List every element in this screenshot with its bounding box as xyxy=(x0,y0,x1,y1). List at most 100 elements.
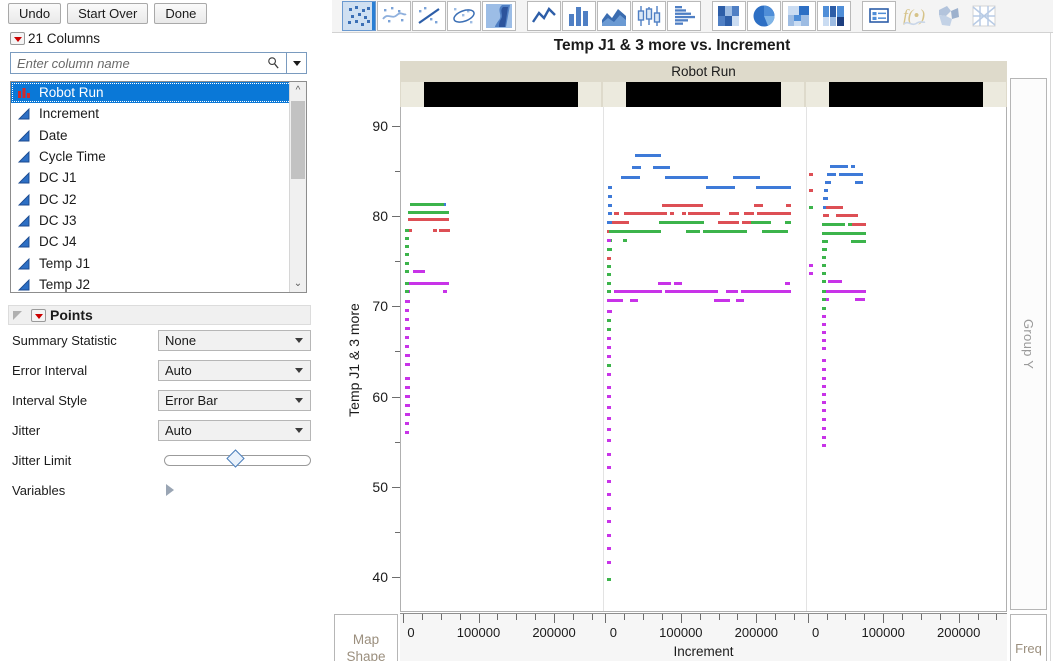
data-mark[interactable] xyxy=(852,223,866,226)
area-chart-icon[interactable] xyxy=(597,1,631,31)
data-mark[interactable] xyxy=(809,173,813,176)
data-mark[interactable] xyxy=(822,315,827,318)
data-mark[interactable] xyxy=(405,336,409,339)
search-input-wrapper[interactable] xyxy=(10,52,287,74)
data-mark[interactable] xyxy=(405,404,410,407)
data-mark[interactable] xyxy=(751,221,771,224)
data-mark[interactable] xyxy=(785,221,792,224)
bar-chart-icon[interactable] xyxy=(562,1,596,31)
data-mark[interactable] xyxy=(822,223,845,226)
data-mark[interactable] xyxy=(665,176,707,179)
data-mark[interactable] xyxy=(405,363,410,366)
freq-dropzone[interactable]: Freq xyxy=(1010,614,1047,661)
data-mark[interactable] xyxy=(405,282,449,285)
undo-button[interactable]: Undo xyxy=(8,3,61,24)
scrollbar-thumb[interactable] xyxy=(291,101,305,179)
data-mark[interactable] xyxy=(736,299,744,302)
data-mark[interactable] xyxy=(682,212,686,215)
data-mark[interactable] xyxy=(405,309,409,312)
data-mark[interactable] xyxy=(822,290,867,293)
data-mark[interactable] xyxy=(607,395,611,398)
data-mark[interactable] xyxy=(624,212,666,215)
data-mark[interactable] xyxy=(607,373,611,376)
data-mark[interactable] xyxy=(686,230,700,233)
column-list-item[interactable]: DC J1 xyxy=(11,167,306,188)
data-mark[interactable] xyxy=(405,386,410,389)
data-mark[interactable] xyxy=(823,197,828,200)
data-mark[interactable] xyxy=(822,436,826,439)
data-mark[interactable] xyxy=(653,166,670,169)
ellipse-icon[interactable] xyxy=(447,1,481,31)
done-button[interactable]: Done xyxy=(154,3,207,24)
column-list-item[interactable]: Temp J1 xyxy=(11,252,306,273)
data-mark[interactable] xyxy=(674,282,682,285)
data-mark[interactable] xyxy=(822,331,826,334)
points-icon[interactable] xyxy=(342,1,376,31)
scroll-up-icon[interactable]: ^ xyxy=(290,82,306,99)
data-mark[interactable] xyxy=(408,211,450,214)
data-mark[interactable] xyxy=(822,377,826,380)
data-mark[interactable] xyxy=(607,273,611,276)
data-mark[interactable] xyxy=(405,237,409,240)
column-list-item[interactable]: Cycle Time xyxy=(11,146,306,167)
data-mark[interactable] xyxy=(823,214,829,217)
data-mark[interactable] xyxy=(439,229,450,232)
data-mark[interactable] xyxy=(822,272,826,275)
data-mark[interactable] xyxy=(822,418,826,421)
data-mark[interactable] xyxy=(405,413,410,416)
points-option-select[interactable]: Error Bar xyxy=(158,390,311,411)
data-mark[interactable] xyxy=(822,307,827,310)
points-option-select[interactable]: Auto xyxy=(158,360,311,381)
data-mark[interactable] xyxy=(822,323,826,326)
data-mark[interactable] xyxy=(608,186,612,189)
points-option-select[interactable]: Auto xyxy=(158,420,311,441)
histogram-icon[interactable] xyxy=(667,1,701,31)
column-list-item[interactable]: Robot Run xyxy=(11,82,306,103)
data-mark[interactable] xyxy=(630,299,638,302)
data-mark[interactable] xyxy=(433,229,437,232)
data-mark[interactable] xyxy=(607,346,611,349)
data-mark[interactable] xyxy=(658,282,672,285)
points-disclosure-icon[interactable] xyxy=(31,309,46,322)
data-mark[interactable] xyxy=(757,212,791,215)
data-mark[interactable] xyxy=(607,428,611,431)
data-mark[interactable] xyxy=(614,290,662,293)
data-mark[interactable] xyxy=(828,280,842,283)
data-mark[interactable] xyxy=(405,300,410,303)
heatmap-icon[interactable] xyxy=(712,1,746,31)
caption-box-icon[interactable] xyxy=(862,1,896,31)
data-mark[interactable] xyxy=(822,232,866,235)
data-mark[interactable] xyxy=(830,165,848,168)
data-mark[interactable] xyxy=(607,299,622,302)
data-mark[interactable] xyxy=(822,359,826,362)
data-mark[interactable] xyxy=(609,230,660,233)
data-mark[interactable] xyxy=(443,290,447,293)
data-mark[interactable] xyxy=(607,310,611,313)
data-mark[interactable] xyxy=(607,265,611,268)
data-mark[interactable] xyxy=(607,328,611,331)
data-mark[interactable] xyxy=(706,186,735,189)
data-mark[interactable] xyxy=(688,212,720,215)
line-of-fit-icon[interactable] xyxy=(412,1,446,31)
data-mark[interactable] xyxy=(822,347,826,350)
data-mark[interactable] xyxy=(809,272,813,275)
data-mark[interactable] xyxy=(839,173,863,176)
data-mark[interactable] xyxy=(822,290,826,293)
data-mark[interactable] xyxy=(822,240,828,243)
columns-header[interactable]: 21 Columns xyxy=(10,31,100,46)
scroll-down-icon[interactable]: ⌄ xyxy=(290,275,306,292)
data-mark[interactable] xyxy=(607,480,611,483)
data-mark[interactable] xyxy=(741,290,792,293)
data-mark[interactable] xyxy=(670,212,674,215)
data-mark[interactable] xyxy=(822,444,826,447)
data-mark[interactable] xyxy=(824,189,828,192)
data-mark[interactable] xyxy=(405,395,410,398)
data-mark[interactable] xyxy=(851,165,856,168)
data-mark[interactable] xyxy=(822,393,826,396)
column-list-scrollbar[interactable]: ^ ⌄ xyxy=(289,82,306,292)
data-mark[interactable] xyxy=(635,154,661,157)
slider-thumb[interactable] xyxy=(226,449,244,467)
column-list[interactable]: Robot RunIncrementDateCycle TimeDC J1DC … xyxy=(10,81,307,293)
data-mark[interactable] xyxy=(607,507,611,510)
data-mark[interactable] xyxy=(608,195,612,198)
